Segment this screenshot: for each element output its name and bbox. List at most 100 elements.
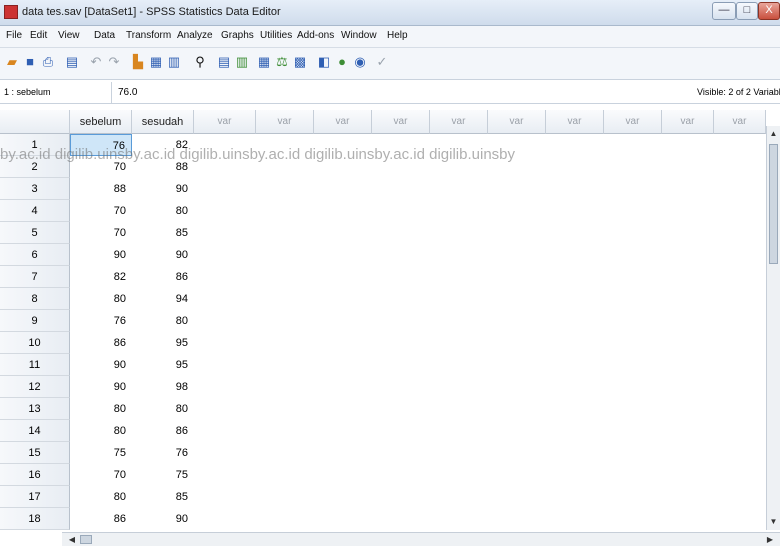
row-header[interactable]: 2 [0,156,70,178]
cell-sesudah[interactable]: 80 [132,310,194,332]
spss-app-icon[interactable] [4,5,18,19]
row-header[interactable]: 18 [0,508,70,530]
cell-sebelum[interactable]: 88 [70,178,132,200]
column-header-var[interactable]: var [194,110,256,134]
column-header-var[interactable]: var [430,110,488,134]
save-icon[interactable]: ■ [22,54,38,70]
cell-sebelum[interactable]: 80 [70,420,132,442]
cell-sebelum[interactable]: 90 [70,376,132,398]
select-cases-icon[interactable]: ▩ [292,54,308,70]
column-header-var[interactable]: var [256,110,314,134]
cell-sebelum[interactable]: 70 [70,464,132,486]
row-header[interactable]: 17 [0,486,70,508]
cell-sesudah[interactable]: 95 [132,332,194,354]
cell-sesudah[interactable]: 90 [132,508,194,530]
cell-sesudah[interactable]: 85 [132,486,194,508]
row-header[interactable]: 3 [0,178,70,200]
menu-graphs[interactable]: Graphs [221,30,254,41]
cell-sesudah[interactable]: 95 [132,354,194,376]
menu-data[interactable]: Data [94,30,115,41]
cell-sesudah[interactable]: 76 [132,442,194,464]
minimize-button[interactable]: — [712,2,736,20]
scroll-up-arrow-icon[interactable]: ▲ [768,128,779,140]
column-header-var[interactable]: var [314,110,372,134]
column-header-sesudah[interactable]: sesudah [132,110,194,134]
cell-sebelum[interactable]: 70 [70,200,132,222]
menu-transform[interactable]: Transform [126,30,171,41]
cell-sebelum[interactable]: 90 [70,244,132,266]
row-header[interactable]: 14 [0,420,70,442]
cell-sebelum[interactable]: 75 [70,442,132,464]
vertical-scroll-thumb[interactable] [769,144,778,264]
go-to-case-icon[interactable]: ▙ [130,54,146,70]
column-header-var[interactable]: var [662,110,714,134]
cell-sesudah[interactable]: 88 [132,156,194,178]
cell-sesudah[interactable]: 80 [132,398,194,420]
scroll-down-arrow-icon[interactable]: ▼ [768,516,779,528]
row-header[interactable]: 1 [0,134,70,156]
menu-utilities[interactable]: Utilities [260,30,292,41]
cell-sebelum[interactable]: 70 [70,222,132,244]
go-to-variable-icon[interactable]: ▦ [148,54,164,70]
cell-sebelum[interactable]: 82 [70,266,132,288]
column-header-var[interactable]: var [488,110,546,134]
row-header[interactable]: 7 [0,266,70,288]
dialog-recall-icon[interactable]: ▤ [64,54,80,70]
close-button[interactable]: X [758,2,780,20]
scroll-left-arrow-icon[interactable]: ◀ [66,534,78,545]
cell-sesudah[interactable]: 90 [132,244,194,266]
cell-sesudah[interactable]: 86 [132,266,194,288]
cell-sebelum[interactable]: 86 [70,508,132,530]
cell-sebelum[interactable]: 86 [70,332,132,354]
cell-sesudah[interactable]: 86 [132,420,194,442]
show-all-variables-icon[interactable]: ◉ [352,54,368,70]
horizontal-scroll-thumb[interactable] [80,535,92,544]
maximize-button[interactable]: □ [736,2,758,20]
spell-check-icon[interactable]: ✓ [374,54,390,70]
find-icon[interactable]: ⚲ [192,54,208,70]
insert-cases-icon[interactable]: ▤ [216,54,232,70]
corner-header[interactable] [0,110,70,134]
scroll-right-arrow-icon[interactable]: ▶ [764,534,776,545]
row-header[interactable]: 6 [0,244,70,266]
undo-icon[interactable]: ↶ [88,54,104,70]
row-header[interactable]: 13 [0,398,70,420]
menu-edit[interactable]: Edit [30,30,47,41]
row-header[interactable]: 10 [0,332,70,354]
insert-variable-icon[interactable]: ▥ [234,54,250,70]
variables-icon[interactable]: ▥ [166,54,182,70]
cell-sesudah[interactable]: 75 [132,464,194,486]
cell-sesudah[interactable]: 82 [132,134,194,156]
vertical-scrollbar[interactable]: ▲ ▼ [766,126,780,530]
menu-window[interactable]: Window [341,30,377,41]
value-labels-icon[interactable]: ◧ [316,54,332,70]
split-file-icon[interactable]: ▦ [256,54,272,70]
cell-sesudah[interactable]: 90 [132,178,194,200]
cell-sesudah[interactable]: 80 [132,200,194,222]
cell-sesudah[interactable]: 85 [132,222,194,244]
menu-help[interactable]: Help [387,30,408,41]
column-header-var[interactable]: var [546,110,604,134]
cell-sebelum[interactable]: 90 [70,354,132,376]
weight-cases-icon[interactable]: ⚖ [274,54,290,70]
menu-analyze[interactable]: Analyze [177,30,213,41]
row-header[interactable]: 5 [0,222,70,244]
menu-view[interactable]: View [58,30,80,41]
menu-add-ons[interactable]: Add-ons [297,30,334,41]
column-header-var[interactable]: var [372,110,430,134]
cell-sesudah[interactable]: 98 [132,376,194,398]
horizontal-scrollbar[interactable]: ◀ ▶ [62,532,780,546]
cell-sebelum[interactable]: 76 [70,310,132,332]
row-header[interactable]: 15 [0,442,70,464]
open-file-icon[interactable]: ▰ [4,54,20,70]
print-icon[interactable]: ⎙ [40,54,56,70]
use-sets-icon[interactable]: ● [334,54,350,70]
redo-icon[interactable]: ↷ [106,54,122,70]
menu-file[interactable]: File [6,30,22,41]
row-header[interactable]: 9 [0,310,70,332]
cell-sebelum[interactable]: 70 [70,156,132,178]
column-header-var[interactable]: var [714,110,766,134]
column-header-sebelum[interactable]: sebelum [70,110,132,134]
row-header[interactable]: 8 [0,288,70,310]
cell-value-input[interactable]: 76.0 [118,87,137,98]
